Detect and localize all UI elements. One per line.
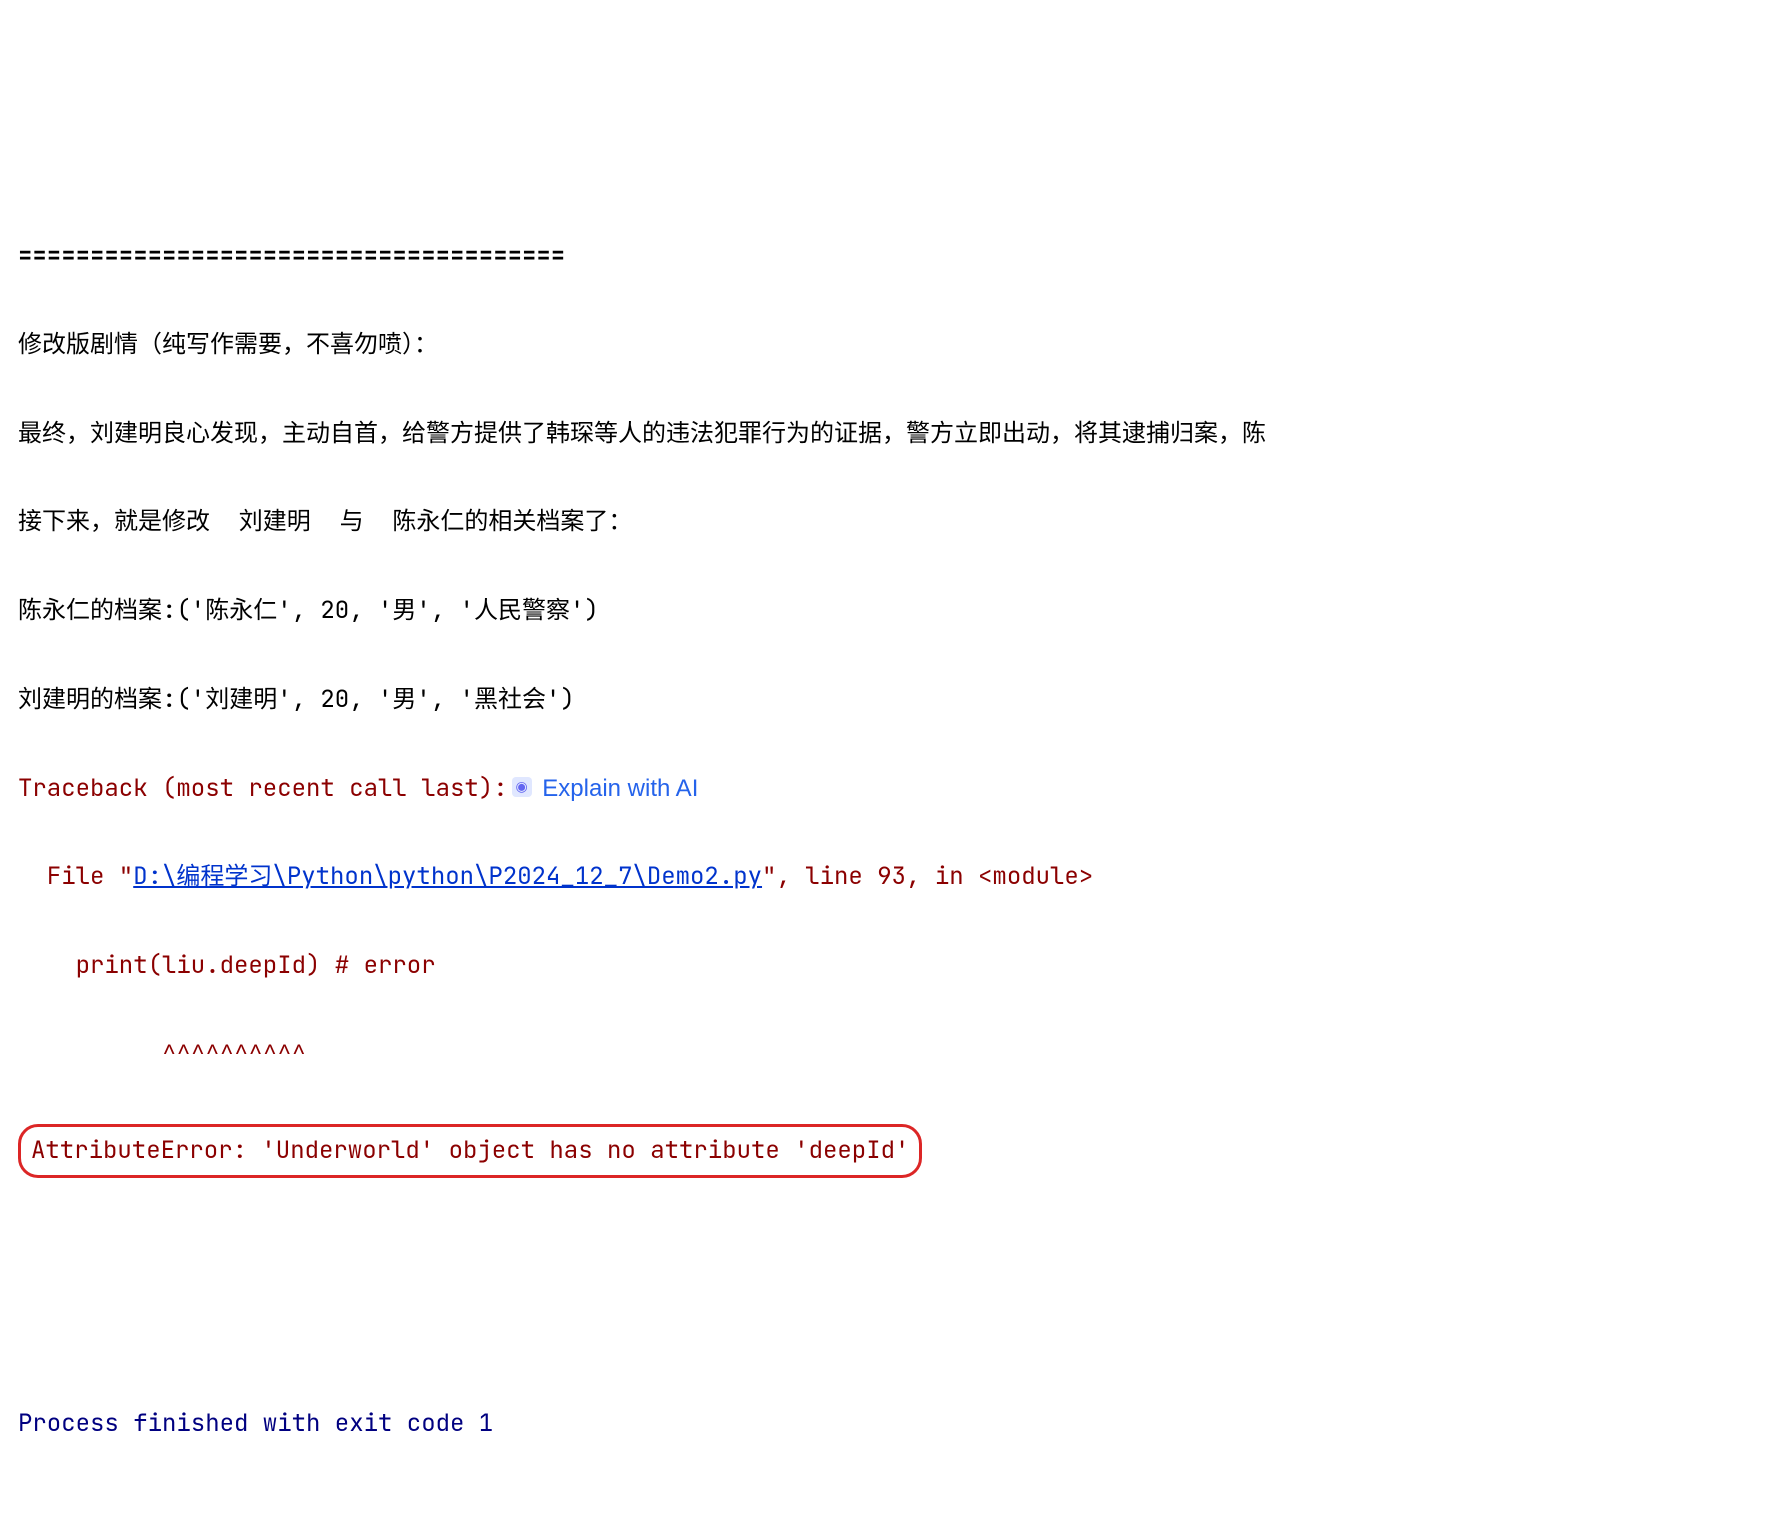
separator-line: ======================================: [18, 234, 1769, 278]
archive-1: 陈永仁的档案:('陈永仁', 20, '男', '人民警察'): [18, 589, 1769, 633]
story-text-1: 修改版剧情（纯写作需要，不喜勿喷）：: [18, 323, 1769, 367]
explain-ai-label: Explain with AI: [536, 775, 699, 802]
console-output: ====================================== 修…: [18, 190, 1769, 1491]
file-suffix: ", line 93, in <module>: [762, 861, 1093, 892]
error-message-line: AttributeError: 'Underworld' object has …: [18, 1122, 1769, 1180]
process-finished-line: Process finished with exit code 1: [18, 1402, 1769, 1446]
blank-line-2: [18, 1313, 1769, 1357]
ai-icon: ◉: [512, 777, 532, 797]
file-prefix: File ": [18, 861, 133, 892]
explain-with-ai-button[interactable]: ◉ Explain with AI: [512, 775, 699, 802]
archive-2: 刘建明的档案:('刘建明', 20, '男', '黑社会'): [18, 678, 1769, 722]
error-highlight: AttributeError: 'Underworld' object has …: [18, 1124, 922, 1178]
error-caret-line: ^^^^^^^^^^: [18, 1033, 1769, 1077]
error-code-line: print(liu.deepId) # error: [18, 944, 1769, 988]
traceback-line: Traceback (most recent call last):◉ Expl…: [18, 767, 1769, 811]
story-text-3: 接下来，就是修改 刘建明 与 陈永仁的相关档案了：: [18, 500, 1769, 544]
file-path-link[interactable]: D:\编程学习\Python\python\P2024_12_7\Demo2.p…: [133, 861, 762, 892]
file-line: File "D:\编程学习\Python\python\P2024_12_7\D…: [18, 855, 1769, 899]
blank-line-1: [18, 1225, 1769, 1269]
story-text-2: 最终，刘建明良心发现，主动自首，给警方提供了韩琛等人的违法犯罪行为的证据，警方立…: [18, 412, 1769, 456]
traceback-header: Traceback (most recent call last):: [18, 773, 508, 804]
